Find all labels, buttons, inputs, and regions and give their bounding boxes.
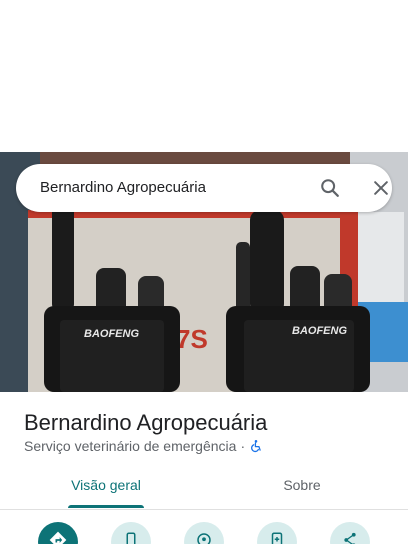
separator-dot: · [240,438,246,454]
tab-about[interactable]: Sobre [244,466,360,510]
search-bar[interactable]: Bernardino Agropecuária [16,164,392,212]
location-icon [195,531,213,544]
brand-label-left: BAOFENG [84,328,139,340]
place-category: Serviço veterinário de emergência [24,438,237,454]
brand-label-right: BAOFENG [292,325,347,337]
search-icon[interactable] [316,174,344,202]
place-name: Bernardino Agropecuária [24,410,268,435]
share-icon [341,531,359,544]
search-input[interactable]: Bernardino Agropecuária [40,164,206,212]
save-icon [268,531,286,544]
action-buttons [0,522,408,544]
share-button[interactable] [330,522,370,544]
tab-overview[interactable]: Visão geral [48,466,164,510]
selected-tab-indicator [68,505,144,508]
place-category-line: Serviço veterinário de emergência · [24,436,263,456]
save-button[interactable] [257,522,297,544]
directions-button[interactable] [38,522,78,544]
close-icon[interactable] [367,174,395,202]
directions-icon [48,530,68,544]
wheelchair-icon [249,439,263,453]
map-area-blank [0,0,408,152]
box-text: 7S [176,324,208,354]
place-tabs: Visão geral Sobre [0,466,408,510]
phone-icon [122,531,140,544]
call-button[interactable] [111,522,151,544]
nearby-button[interactable] [184,522,224,544]
